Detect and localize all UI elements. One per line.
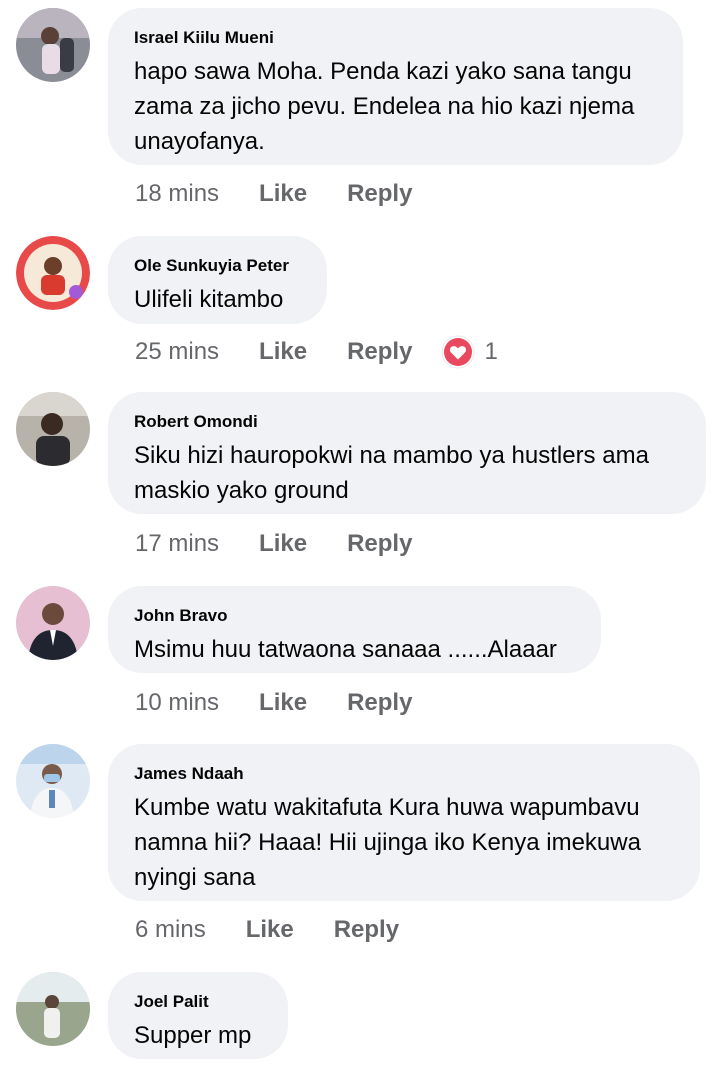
avatar[interactable]	[16, 236, 90, 310]
comment-bubble: John Bravo Msimu huu tatwaona sanaaa ...…	[108, 586, 601, 673]
comment-time[interactable]: 18 mins	[135, 180, 219, 208]
comment-time[interactable]: 25 mins	[135, 338, 219, 366]
reply-button[interactable]: Reply	[347, 338, 412, 366]
avatar[interactable]	[16, 8, 90, 82]
comment-text: Msimu huu tatwaona sanaaa ......Alaaar	[134, 636, 557, 663]
comment-text: Siku hizi hauropokwi na mambo ya hustler…	[134, 442, 649, 504]
comment-time[interactable]: 6 mins	[135, 916, 206, 944]
comment-text: hapo sawa Moha. Penda kazi yako sana tan…	[134, 58, 635, 155]
like-button[interactable]: Like	[259, 689, 307, 717]
commenter-name[interactable]: Israel Kiilu Mueni	[134, 28, 657, 48]
comment-actions: 6 mins Like Reply	[135, 910, 439, 950]
comment-text: Supper mp	[134, 1022, 252, 1049]
comment-bubble: James Ndaah Kumbe watu wakitafuta Kura h…	[108, 744, 700, 901]
reply-button[interactable]: Reply	[347, 689, 412, 717]
avatar[interactable]	[16, 392, 90, 466]
commenter-name[interactable]: James Ndaah	[134, 764, 674, 784]
comment-actions: 25 mins Like Reply 1	[135, 332, 498, 372]
commenter-name[interactable]: Robert Omondi	[134, 412, 680, 432]
comment-actions: 18 mins Like Reply	[135, 174, 452, 214]
reaction-count: 1	[484, 338, 498, 365]
comment-time[interactable]: 17 mins	[135, 530, 219, 558]
reply-button[interactable]: Reply	[347, 530, 412, 558]
comment-text: Kumbe watu wakitafuta Kura huwa wapumbav…	[134, 794, 641, 891]
comment-bubble: Israel Kiilu Mueni hapo sawa Moha. Penda…	[108, 8, 683, 165]
comment-bubble: Robert Omondi Siku hizi hauropokwi na ma…	[108, 392, 706, 514]
like-button[interactable]: Like	[259, 530, 307, 558]
reply-button[interactable]: Reply	[347, 180, 412, 208]
comment-text: Ulifeli kitambo	[134, 286, 284, 313]
avatar[interactable]	[16, 586, 90, 660]
comment-bubble: Ole Sunkuyia Peter Ulifeli kitambo	[108, 236, 327, 324]
avatar[interactable]	[16, 744, 90, 818]
like-button[interactable]: Like	[259, 180, 307, 208]
comment-time[interactable]: 10 mins	[135, 689, 219, 717]
reaction-summary[interactable]: 1	[440, 334, 498, 370]
commenter-name[interactable]: Ole Sunkuyia Peter	[134, 256, 301, 276]
comment-actions: 10 mins Like Reply	[135, 683, 452, 723]
comment-actions: 17 mins Like Reply	[135, 524, 452, 564]
comment-bubble: Joel Palit Supper mp	[108, 972, 288, 1059]
like-button[interactable]: Like	[246, 916, 294, 944]
avatar[interactable]	[16, 972, 90, 1046]
like-button[interactable]: Like	[259, 338, 307, 366]
reply-button[interactable]: Reply	[334, 916, 399, 944]
commenter-name[interactable]: Joel Palit	[134, 992, 262, 1012]
love-heart-icon	[441, 335, 475, 369]
commenter-name[interactable]: John Bravo	[134, 606, 575, 626]
